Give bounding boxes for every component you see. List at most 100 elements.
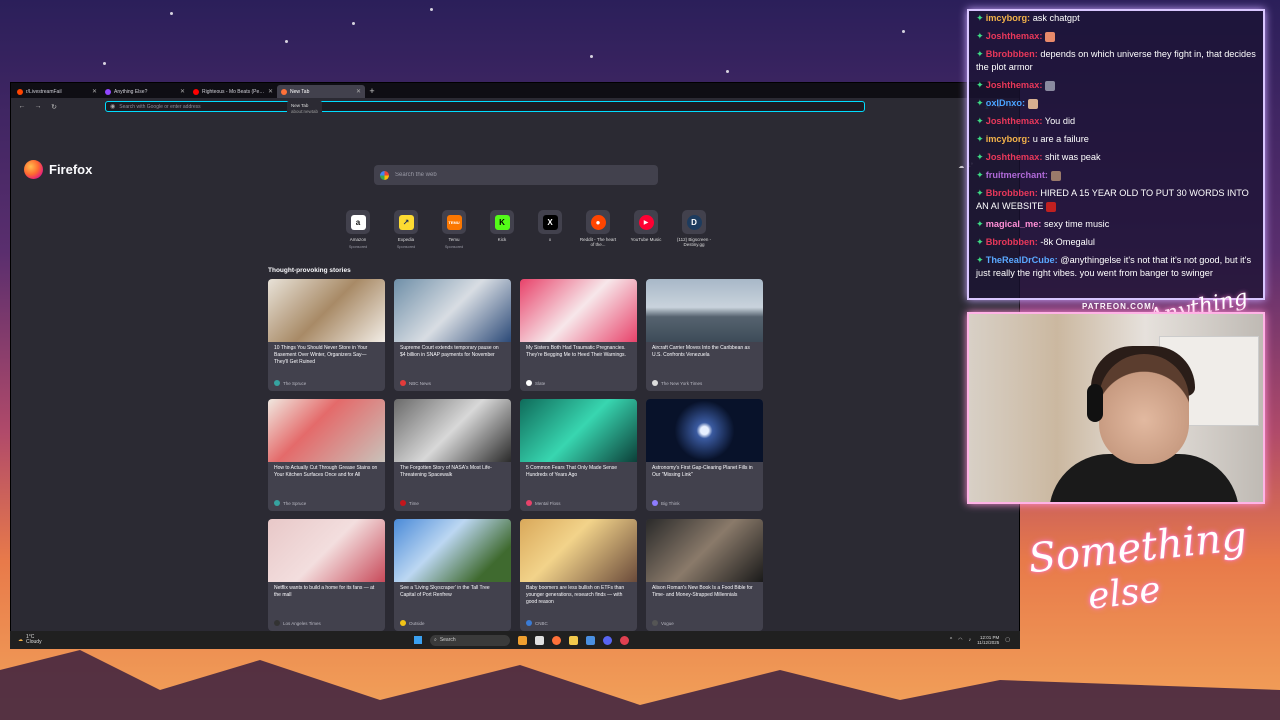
notification-icon[interactable]: ▢ [1005, 637, 1010, 643]
wifi-icon[interactable]: ◠ [958, 637, 962, 643]
temu-icon: TEMU [446, 214, 462, 230]
story-title: Baby boomers are less bullish on ETFs th… [526, 585, 625, 605]
top-site-x[interactable]: X x [530, 210, 570, 250]
source-logo-icon [526, 620, 532, 626]
top-site-temu[interactable]: TEMU Temu Sponsored [434, 210, 474, 250]
story-card[interactable]: Netflix wants to build a home for its fa… [268, 519, 385, 631]
story-card[interactable]: My Sisters Both Had Traumatic Pregnancie… [520, 279, 637, 391]
chat-username[interactable]: Bbrobbben: [986, 49, 1038, 59]
tab-tooltip: New Tab about:newtab [287, 101, 323, 117]
reload-icon[interactable]: ↻ [49, 103, 59, 111]
chevron-up-icon[interactable]: ^ [950, 637, 952, 643]
story-card[interactable]: Supreme Court extends temporary pause on… [394, 279, 511, 391]
chat-message: ✦ Joshthemax: [976, 30, 1256, 43]
chat-username[interactable]: Joshthemax: [986, 31, 1043, 41]
emote-icon [1027, 98, 1038, 109]
story-card[interactable]: Baby boomers are less bullish on ETFs th… [520, 519, 637, 631]
story-card[interactable]: How to Actually Cut Through Grease Stain… [268, 399, 385, 511]
chat-username[interactable]: TheRealDrCube: [986, 255, 1058, 265]
story-image [520, 519, 637, 582]
taskbar-search-label: Search [439, 637, 456, 643]
story-card[interactable]: See a 'Living Skyscraper' in the Tall Tr… [394, 519, 511, 631]
taskbar-app-icon[interactable] [535, 635, 544, 645]
source-logo-icon [652, 380, 658, 386]
windows-start-icon[interactable] [414, 636, 422, 644]
forward-arrow-icon[interactable]: → [33, 103, 43, 110]
firefox-icon [281, 88, 287, 95]
close-icon[interactable]: ✕ [356, 88, 361, 95]
taskbar-clock[interactable]: 12:01 PM 11/12/2025 [977, 635, 999, 646]
chat-username[interactable]: Bbrobbben: [986, 188, 1038, 198]
taskbar-app-icon[interactable] [586, 635, 595, 645]
story-source: NBC News [400, 380, 431, 386]
taskbar-search[interactable]: ⌕ Search [430, 634, 510, 646]
source-logo-icon [274, 620, 280, 626]
story-card[interactable]: Aircraft Carrier Moves Into the Caribbea… [646, 279, 763, 391]
source-logo-icon [526, 380, 532, 386]
story-card[interactable]: The Forgotten Story of NASA's Most Life-… [394, 399, 511, 511]
chat-username[interactable]: magical_me: [986, 219, 1042, 229]
story-card[interactable]: Astronomy's First Gap-Clearing Planet Fi… [646, 399, 763, 511]
clock-date: 11/12/2025 [977, 640, 1000, 645]
story-card[interactable]: 10 Things You Should Never Store in Your… [268, 279, 385, 391]
top-site-youtube-music[interactable]: ▶ YouTube Music [626, 210, 666, 250]
tab-anything-else[interactable]: Anything Else? ✕ [101, 85, 189, 98]
close-icon[interactable]: ✕ [268, 88, 273, 95]
google-icon [380, 170, 389, 180]
emote-icon [1045, 201, 1056, 212]
top-site-kick[interactable]: K Kick [482, 210, 522, 250]
chat-username[interactable]: Joshthemax: [986, 80, 1043, 90]
emote-icon [1044, 31, 1055, 42]
tab-livestreamfail[interactable]: r/LivestreamFail ✕ [13, 85, 101, 98]
chat-message: ✦ magical_me: sexy time music [976, 218, 1256, 231]
url-bar[interactable]: ◉ [105, 101, 865, 112]
chat-username[interactable]: Joshthemax: [986, 152, 1043, 162]
story-source: Slate [526, 380, 545, 386]
sponsored-label: Sponsored [444, 245, 464, 249]
new-tab-button[interactable]: + [365, 85, 379, 98]
search-engine-icon[interactable]: ◉ [110, 103, 115, 110]
search-input[interactable] [395, 172, 652, 178]
tab-new-tab[interactable]: New Tab ✕ [277, 85, 365, 98]
site-tile: K [490, 210, 514, 234]
volume-icon[interactable]: ♪ [969, 637, 972, 643]
firefox-taskbar-icon[interactable] [552, 635, 561, 645]
story-card[interactable]: 5 Common Fears That Only Made Sense Hund… [520, 399, 637, 511]
top-site-reddit[interactable]: ● Reddit - The heart of the... [578, 210, 618, 250]
chat-username[interactable]: oxIDnxo: [986, 98, 1025, 108]
sub-badge-icon: ✦ [976, 255, 984, 265]
site-tile: D [682, 210, 706, 234]
back-arrow-icon[interactable]: ← [17, 103, 27, 110]
tab-righteous[interactable]: Righteous - Mo Beats (Pepe Ar... ✕ [189, 85, 277, 98]
chat-username[interactable]: imcyborg: [986, 13, 1030, 23]
chat-username[interactable]: imcyborg: [986, 134, 1030, 144]
emote-icon [1050, 170, 1061, 181]
brand-name: Firefox [49, 162, 93, 177]
sub-badge-icon: ✦ [976, 80, 984, 90]
story-source-name: Mental Floss [535, 500, 561, 506]
file-explorer-icon[interactable] [569, 635, 578, 645]
taskbar-weather[interactable]: ☁ 1°C Cloudy [18, 635, 42, 645]
chat-message: ✦ Joshthemax: [976, 79, 1256, 92]
story-card[interactable]: Alison Roman's New Book Is a Food Bible … [646, 519, 763, 631]
story-title: 10 Things You Should Never Store in Your… [274, 345, 368, 365]
chat-username[interactable]: fruitmerchant: [986, 170, 1048, 180]
story-image [394, 519, 511, 582]
discord-icon[interactable] [603, 635, 612, 645]
web-search-box[interactable] [374, 165, 658, 185]
story-source: The Spruce [274, 500, 306, 506]
close-icon[interactable]: ✕ [180, 88, 185, 95]
close-icon[interactable]: ✕ [92, 88, 97, 95]
top-site-amazon[interactable]: a Amazon Sponsored [338, 210, 378, 250]
story-title: Alison Roman's New Book Is a Food Bible … [652, 585, 753, 598]
taskbar-app-icon[interactable] [620, 635, 629, 645]
chat-username[interactable]: Bbrobbben: [986, 237, 1038, 247]
top-site-expedia[interactable]: ↗ Expedia Sponsored [386, 210, 426, 250]
top-site-destiny[interactable]: D (112) Bigscreen - Destiny.gg [674, 210, 714, 250]
url-input[interactable] [119, 103, 860, 110]
taskbar-app-icon[interactable] [518, 635, 527, 645]
chat-username[interactable]: Joshthemax: [986, 116, 1043, 126]
story-title: Supreme Court extends temporary pause on… [400, 345, 499, 358]
story-source: Big Think [652, 500, 680, 506]
site-label: Kick [497, 237, 507, 242]
